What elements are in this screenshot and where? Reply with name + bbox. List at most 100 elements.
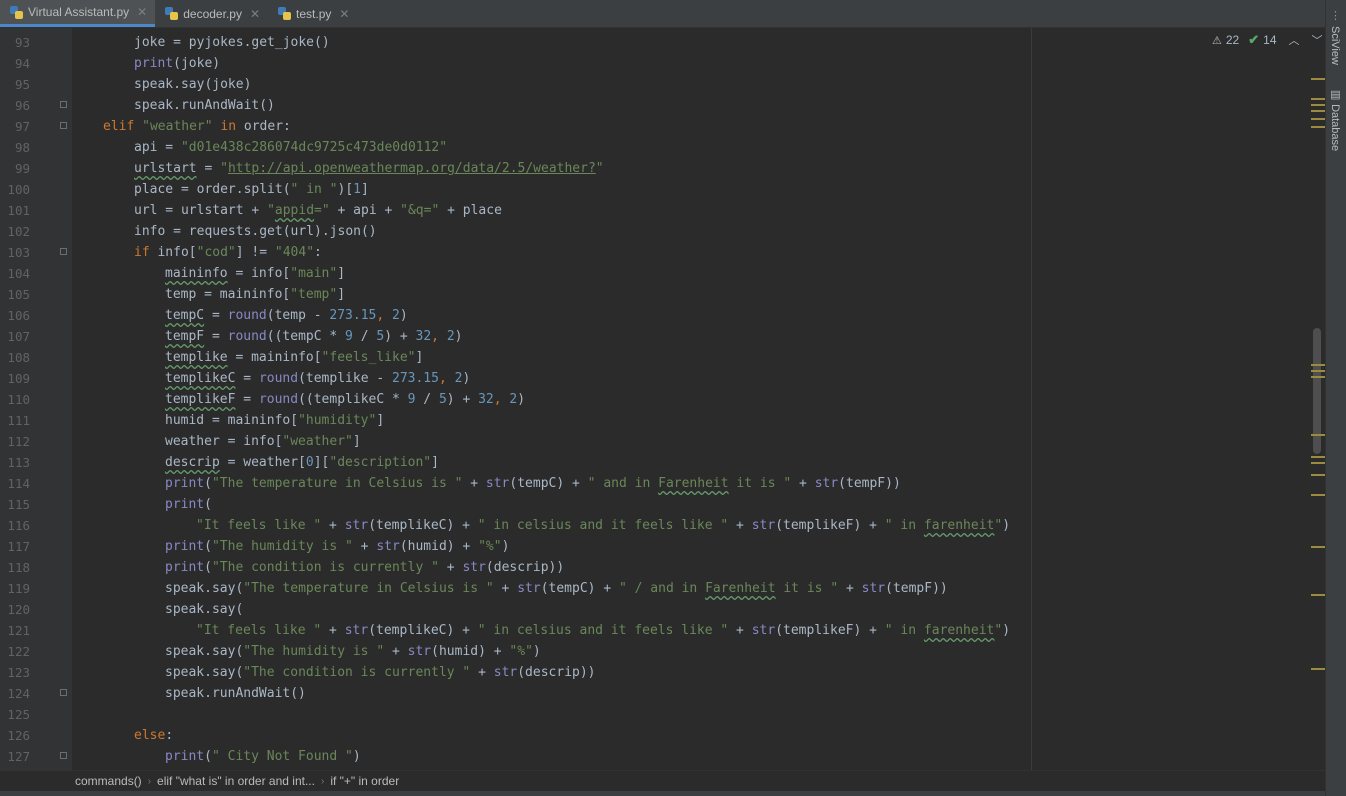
code-line[interactable]: 103 if info["cod"] != "404": bbox=[0, 242, 1325, 263]
chevron-down-icon[interactable]: ﹀ bbox=[1312, 32, 1323, 48]
scroll-marker[interactable] bbox=[1311, 98, 1325, 100]
code-text: speak.say("The temperature in Celsius is… bbox=[165, 578, 948, 599]
code-line[interactable]: 116 "It feels like " + str(templikeC) + "… bbox=[0, 515, 1325, 536]
code-line[interactable]: 120 speak.say( bbox=[0, 599, 1325, 620]
code-token: ) bbox=[1002, 518, 1011, 533]
code-text: info = requests.get(url).json() bbox=[134, 221, 377, 242]
code-token: ((tempC * bbox=[266, 329, 346, 344]
code-line[interactable]: 127 print(" City Not Found ") bbox=[0, 746, 1325, 767]
code-line[interactable]: 115 print( bbox=[0, 494, 1325, 515]
scroll-marker[interactable] bbox=[1311, 594, 1325, 596]
code-line[interactable]: 121 "It feels like " + str(templikeC) + "… bbox=[0, 620, 1325, 641]
scroll-marker[interactable] bbox=[1311, 474, 1325, 476]
fold-marker-icon[interactable] bbox=[60, 248, 67, 255]
right-tool-strip: ⋮ SciView ▤ Database bbox=[1325, 0, 1346, 796]
code-line[interactable]: 98 api = "d01e438c286074dc9725c473de0d011… bbox=[0, 137, 1325, 158]
scroll-marker[interactable] bbox=[1311, 546, 1325, 548]
scroll-marker[interactable] bbox=[1311, 104, 1325, 106]
fold-marker-icon[interactable] bbox=[60, 689, 67, 696]
code-line[interactable]: 100 place = order.split(" in ")[1] bbox=[0, 179, 1325, 200]
tab-test[interactable]: test.py ✕ bbox=[268, 0, 357, 27]
tab-label: decoder.py bbox=[183, 6, 242, 21]
code-line[interactable]: 108 templike = maininfo["feels_like"] bbox=[0, 347, 1325, 368]
code-token: str bbox=[344, 518, 369, 533]
code-line[interactable]: 94 print(joke) bbox=[0, 53, 1325, 74]
tab-virtual-assistant[interactable]: Virtual Assistant.py ✕ bbox=[0, 0, 156, 27]
code-line[interactable]: 119 speak.say("The temperature in Celsius… bbox=[0, 578, 1325, 599]
close-icon[interactable]: ✕ bbox=[137, 5, 147, 19]
fold-marker-icon[interactable] bbox=[60, 752, 67, 759]
code-token: "%" bbox=[478, 539, 502, 554]
line-number: 127 bbox=[7, 749, 30, 764]
code-token: , bbox=[376, 308, 393, 323]
code-line[interactable]: 112 weather = info["weather"] bbox=[0, 431, 1325, 452]
inspection-widget[interactable]: ⚠ 22 ✔ 14 ︿ ﹀ bbox=[1212, 32, 1323, 48]
code-token: , bbox=[493, 392, 510, 407]
code-line[interactable]: 110 templikeF = round((templikeC * 9 / 5)… bbox=[0, 389, 1325, 410]
code-editor[interactable]: 93 joke = pyjokes.get_joke() 94 print(joke)… bbox=[0, 28, 1325, 770]
scroll-marker[interactable] bbox=[1311, 462, 1325, 464]
code-line[interactable]: 122 speak.say("The humidity is " + str(hu… bbox=[0, 641, 1325, 662]
fold-marker-icon[interactable] bbox=[60, 101, 67, 108]
scroll-marker[interactable] bbox=[1311, 376, 1325, 378]
code-line[interactable]: 126 else: bbox=[0, 725, 1325, 746]
code-line[interactable]: 105 temp = maininfo["temp"] bbox=[0, 284, 1325, 305]
more-tabs-icon[interactable]: ⋮ bbox=[1330, 9, 1341, 22]
code-line[interactable]: 124 speak.runAndWait() bbox=[0, 683, 1325, 704]
line-number: 124 bbox=[7, 686, 30, 701]
code-line[interactable]: 99 urlstart = "http://api.openweathermap.… bbox=[0, 158, 1325, 179]
code-line[interactable]: 123 speak.say("The condition is currently… bbox=[0, 662, 1325, 683]
tool-sciview[interactable]: SciView bbox=[1329, 26, 1341, 65]
code-line[interactable]: 125 bbox=[0, 704, 1325, 725]
code-line[interactable]: 95 speak.say(joke) bbox=[0, 74, 1325, 95]
python-file-icon bbox=[165, 7, 179, 20]
tab-label: test.py bbox=[296, 6, 332, 21]
code-line[interactable]: 111 humid = maininfo["humidity"] bbox=[0, 410, 1325, 431]
code-line[interactable]: 97 elif "weather" in order: bbox=[0, 116, 1325, 137]
code-line[interactable]: 109 templikeC = round(templike - 273.15, … bbox=[0, 368, 1325, 389]
scroll-marker[interactable] bbox=[1311, 110, 1325, 112]
code-line[interactable]: 118 print("The condition is currently " +… bbox=[0, 557, 1325, 578]
code-token: round bbox=[258, 392, 299, 407]
code-line[interactable]: 102 info = requests.get(url).json() bbox=[0, 221, 1325, 242]
breadcrumb-item[interactable]: commands() bbox=[75, 774, 142, 788]
code-line[interactable]: 96 speak.runAndWait() bbox=[0, 95, 1325, 116]
scroll-marker[interactable] bbox=[1311, 78, 1325, 80]
code-token: ( bbox=[204, 749, 212, 764]
scroll-marker[interactable] bbox=[1311, 434, 1325, 436]
scroll-marker[interactable] bbox=[1311, 370, 1325, 372]
scroll-marker[interactable] bbox=[1311, 456, 1325, 458]
code-line[interactable]: 106 tempC = round(temp - 273.15, 2) bbox=[0, 305, 1325, 326]
breadcrumb-item[interactable]: elif "what is" in order and int... bbox=[157, 774, 315, 788]
chevron-up-icon[interactable]: ︿ bbox=[1289, 32, 1300, 48]
close-icon[interactable]: ✕ bbox=[250, 7, 260, 21]
breadcrumb-item[interactable]: if "+" in order bbox=[330, 774, 399, 788]
code-token: temp = maininfo[ bbox=[165, 287, 291, 302]
line-number: 118 bbox=[7, 560, 30, 575]
code-line[interactable]: 104 maininfo = info["main"] bbox=[0, 263, 1325, 284]
fold-marker-icon[interactable] bbox=[60, 122, 67, 129]
scroll-marker[interactable] bbox=[1311, 118, 1325, 120]
code-token: (templikeF) + bbox=[775, 518, 885, 533]
scroll-marker[interactable] bbox=[1311, 494, 1325, 496]
close-icon[interactable]: ✕ bbox=[339, 7, 349, 21]
code-token: + bbox=[791, 476, 815, 491]
code-line[interactable]: 93 joke = pyjokes.get_joke() bbox=[0, 32, 1325, 53]
line-number: 106 bbox=[7, 308, 30, 323]
code-line[interactable]: 113 descrip = weather[0]["description"] bbox=[0, 452, 1325, 473]
code-line[interactable]: 114 print("The temperature in Celsius is … bbox=[0, 473, 1325, 494]
code-token: speak.say(joke) bbox=[134, 77, 252, 92]
code-line[interactable]: 101 url = urlstart + "appid=" + api + "&q… bbox=[0, 200, 1325, 221]
code-token: "%" bbox=[509, 644, 533, 659]
code-text: place = order.split(" in ")[1] bbox=[134, 179, 369, 200]
scroll-marker[interactable] bbox=[1311, 126, 1325, 128]
code-token: it is " bbox=[728, 476, 792, 491]
line-number: 125 bbox=[7, 707, 30, 722]
scroll-marker[interactable] bbox=[1311, 668, 1325, 670]
code-line[interactable]: 107 tempF = round((tempC * 9 / 5) + 32, 2… bbox=[0, 326, 1325, 347]
code-line[interactable]: 117 print("The humidity is " + str(humid)… bbox=[0, 536, 1325, 557]
tab-decoder[interactable]: decoder.py ✕ bbox=[155, 0, 268, 27]
tool-database[interactable]: ▤ Database bbox=[1329, 88, 1342, 151]
line-number: 107 bbox=[7, 329, 30, 344]
scroll-marker[interactable] bbox=[1311, 364, 1325, 366]
